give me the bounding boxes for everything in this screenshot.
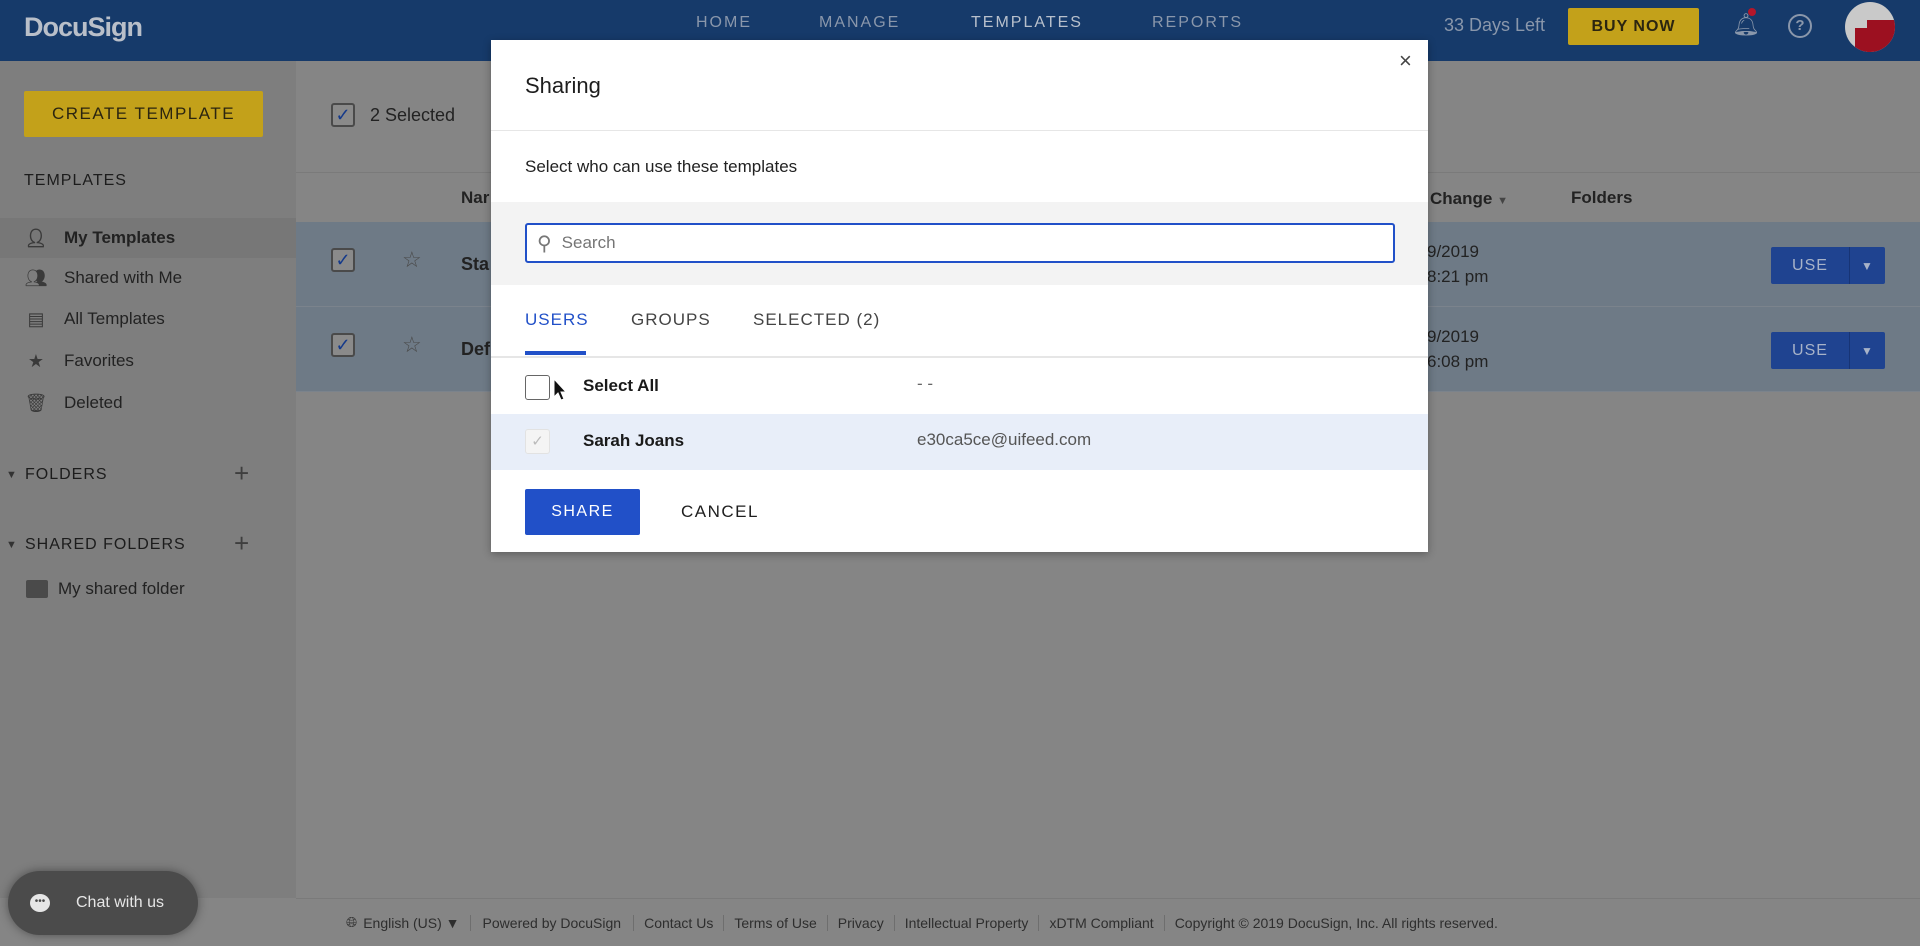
buy-now-button[interactable]: BUY NOW xyxy=(1568,8,1699,45)
sidebar-item-my-templates[interactable]: 👤︎ My Templates xyxy=(0,218,296,258)
docusign-logo[interactable]: DocuSign xyxy=(24,12,143,43)
footer-link-xdtm[interactable]: xDTM Compliant xyxy=(1038,914,1163,931)
use-dropdown-icon[interactable]: ▼ xyxy=(1849,247,1885,284)
footer-link-ip[interactable]: Intellectual Property xyxy=(893,914,1039,931)
divider xyxy=(491,356,1428,358)
help-icon[interactable]: ? xyxy=(1788,14,1812,38)
sort-caret-icon: ▼ xyxy=(1497,195,1508,207)
copyright: Copyright © 2019 DocuSign, Inc. All righ… xyxy=(1163,914,1508,931)
chat-bubble-icon: ••• xyxy=(30,894,50,912)
tab-selected[interactable]: SELECTED (2) xyxy=(753,310,880,330)
row-time: 8:21 pm xyxy=(1427,267,1489,286)
use-button[interactable]: USE ▼ xyxy=(1771,332,1885,369)
star-icon[interactable]: ☆ xyxy=(402,247,422,273)
column-folders: Folders xyxy=(1571,188,1633,207)
tab-users[interactable]: USERS xyxy=(525,310,589,330)
close-icon[interactable]: × xyxy=(1399,48,1412,74)
footer-link-contact[interactable]: Contact Us xyxy=(633,914,723,931)
row-date: 9/2019 xyxy=(1427,327,1479,346)
layout-icon: ▤ xyxy=(27,308,45,329)
tab-groups[interactable]: GROUPS xyxy=(631,310,711,330)
search-input[interactable] xyxy=(561,233,1362,253)
sidebar-item-label: Deleted xyxy=(64,393,123,412)
sharing-modal: Sharing × Select who can use these templ… xyxy=(491,40,1428,552)
trial-days-left: 33 Days Left xyxy=(1444,15,1546,35)
caret-down-icon[interactable]: ▼ xyxy=(6,539,17,551)
sidebar-item-shared-with-me[interactable]: 👥︎ Shared with Me xyxy=(0,258,296,298)
cancel-button[interactable]: CANCEL xyxy=(681,502,759,522)
search-field[interactable]: ⚲ xyxy=(525,223,1395,263)
caret-down-icon[interactable]: ▼ xyxy=(6,469,17,481)
language-label: English (US) xyxy=(363,914,442,931)
nav-home[interactable]: HOME xyxy=(696,14,752,32)
modal-title: Sharing xyxy=(525,73,601,98)
footer: 🌐︎ English (US) ▼ Powered by DocuSign Co… xyxy=(346,914,1508,931)
column-label: Change xyxy=(1430,189,1493,208)
user-row[interactable]: ✓ Sarah Joans e30ca5ce@uifeed.com xyxy=(491,414,1428,470)
trash-icon: 🗑︎ xyxy=(24,392,48,413)
sidebar-item-deleted[interactable]: 🗑︎ Deleted xyxy=(0,383,296,423)
globe-icon: 🌐︎ xyxy=(346,914,358,930)
sidebar-item-favorites[interactable]: ★ Favorites xyxy=(0,341,296,381)
footer-link-powered[interactable]: Powered by DocuSign xyxy=(469,914,634,931)
add-shared-folder-icon[interactable]: + xyxy=(234,528,249,559)
select-all-templates-checkbox[interactable]: ✓ xyxy=(331,103,355,127)
use-label: USE xyxy=(1792,341,1828,359)
folder-icon xyxy=(26,580,48,598)
language-selector[interactable]: English (US) ▼ xyxy=(363,915,469,931)
footer-link-terms[interactable]: Terms of Use xyxy=(723,914,826,931)
use-button[interactable]: USE ▼ xyxy=(1771,247,1885,284)
user-name: Sarah Joans xyxy=(583,431,685,450)
footer-divider xyxy=(296,898,1920,899)
use-dropdown-icon[interactable]: ▼ xyxy=(1849,332,1885,369)
row-checkbox[interactable]: ✓ xyxy=(331,248,355,272)
share-button[interactable]: SHARE xyxy=(525,489,640,535)
chat-widget-button[interactable]: ••• Chat with us xyxy=(8,871,198,935)
chat-label: Chat with us xyxy=(76,894,165,911)
mouse-cursor-icon xyxy=(553,378,568,401)
column-name[interactable]: Nar xyxy=(461,188,489,208)
selected-count: 2 Selected xyxy=(370,105,456,125)
notification-dot xyxy=(1748,8,1756,16)
divider xyxy=(491,130,1428,131)
select-all-checkbox[interactable] xyxy=(525,375,550,400)
templates-heading: TEMPLATES xyxy=(24,172,127,189)
row-checkbox[interactable]: ✓ xyxy=(331,333,355,357)
user-checkbox[interactable]: ✓ xyxy=(525,429,550,454)
create-template-button[interactable]: CREATE TEMPLATE xyxy=(24,91,263,137)
sidebar-item-label: My Templates xyxy=(64,228,176,247)
shared-folders-heading[interactable]: SHARED FOLDERS xyxy=(25,536,186,554)
user-email: e30ca5ce@uifeed.com xyxy=(917,430,1092,449)
template-name[interactable]: Sta xyxy=(461,254,489,275)
use-label: USE xyxy=(1792,256,1828,274)
sidebar-item-label: Favorites xyxy=(64,351,134,370)
sidebar-item-all-templates[interactable]: ▤ All Templates xyxy=(0,299,296,339)
column-last-change[interactable]: Change ▼ xyxy=(1430,189,1508,209)
row-time: 6:08 pm xyxy=(1427,352,1489,371)
template-name[interactable]: Def xyxy=(461,339,490,360)
active-tab-indicator xyxy=(525,351,586,355)
star-icon: ★ xyxy=(27,350,45,371)
modal-subtitle: Select who can use these templates xyxy=(525,157,798,176)
bell-icon[interactable]: 🔔︎ xyxy=(1732,8,1760,38)
person-icon: 👤︎ xyxy=(24,227,48,248)
folders-heading[interactable]: FOLDERS xyxy=(25,466,108,484)
sidebar-item-label: All Templates xyxy=(64,309,165,328)
nav-reports[interactable]: REPORTS xyxy=(1152,14,1243,32)
shared-folder-item[interactable]: My shared folder xyxy=(58,579,185,599)
nav-templates[interactable]: TEMPLATES xyxy=(971,14,1083,32)
row-date: 9/2019 xyxy=(1427,242,1479,261)
people-icon: 👥︎ xyxy=(24,267,48,288)
avatar[interactable] xyxy=(1845,2,1895,52)
select-all-email: - - xyxy=(917,374,934,393)
nav-manage[interactable]: MANAGE xyxy=(819,14,900,32)
search-icon: ⚲ xyxy=(537,232,552,255)
star-icon[interactable]: ☆ xyxy=(402,332,422,358)
sidebar-item-label: Shared with Me xyxy=(64,268,183,287)
footer-link-privacy[interactable]: Privacy xyxy=(826,914,894,931)
add-folder-icon[interactable]: + xyxy=(234,458,249,489)
select-all-label[interactable]: Select All xyxy=(583,376,659,396)
